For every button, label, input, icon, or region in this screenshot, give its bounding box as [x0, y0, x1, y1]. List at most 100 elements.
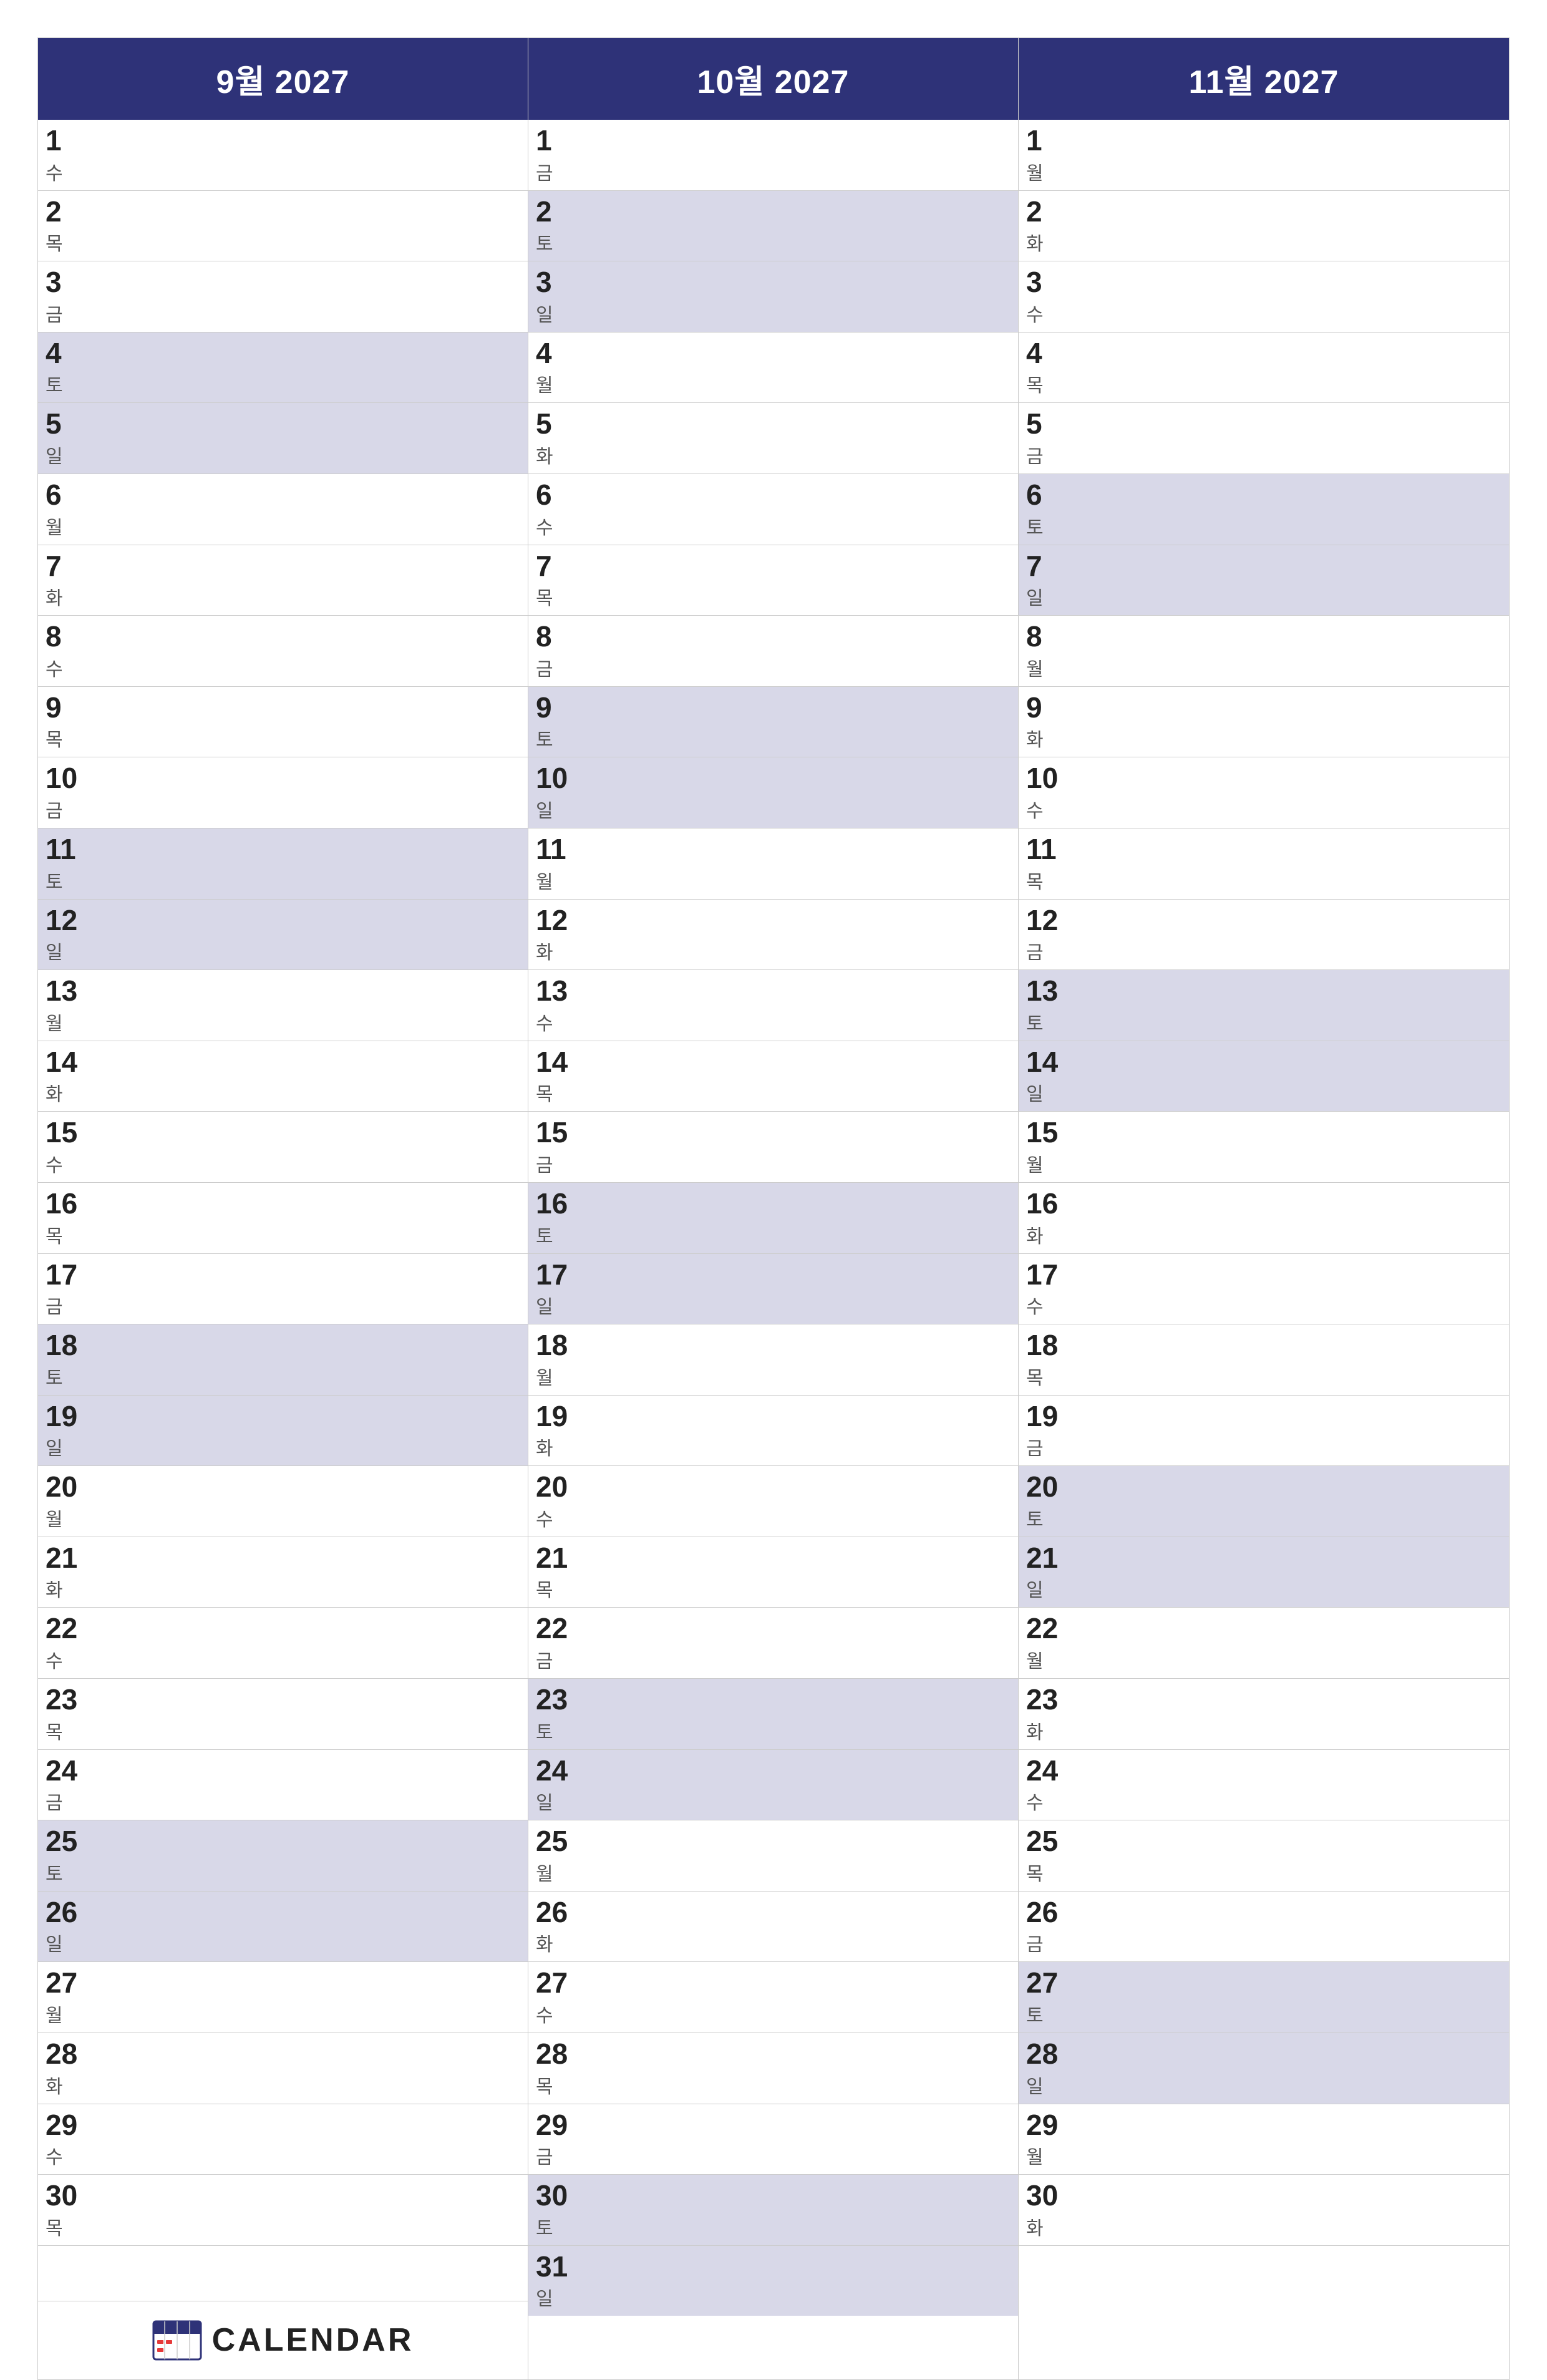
day-content — [597, 2033, 1018, 2104]
table-row: 14목 — [528, 1041, 1018, 1112]
day-name: 목 — [46, 2213, 99, 2240]
table-row: 26금 — [1019, 1892, 1509, 1963]
table-row: 17금 — [38, 1254, 528, 1325]
day-number-col: 19금 — [1019, 1396, 1087, 1466]
day-number: 9 — [1026, 692, 1080, 724]
day-number: 17 — [536, 1259, 589, 1291]
day-number: 27 — [536, 1967, 589, 1999]
day-number: 18 — [1026, 1329, 1080, 1361]
day-name: 일 — [1026, 2071, 1080, 2099]
day-number: 17 — [46, 1259, 99, 1291]
table-row: 3금 — [38, 261, 528, 333]
day-content — [1087, 1962, 1509, 2033]
day-number: 6 — [1026, 479, 1080, 511]
day-number-col: 12금 — [1019, 900, 1087, 970]
day-content — [107, 1892, 528, 1962]
table-row: 14화 — [38, 1041, 528, 1112]
day-number: 21 — [536, 1542, 589, 1574]
day-content — [597, 2175, 1018, 2245]
day-number-col: 24일 — [528, 1750, 597, 1820]
day-number: 7 — [46, 550, 99, 582]
day-content — [107, 1820, 528, 1891]
day-name: 토 — [46, 1362, 99, 1390]
day-name: 금 — [46, 1787, 99, 1815]
table-row: 21화 — [38, 1537, 528, 1608]
day-number: 2 — [46, 196, 99, 228]
day-name: 금 — [536, 654, 589, 681]
day-number-col: 25토 — [38, 1820, 107, 1891]
day-number: 28 — [46, 2038, 99, 2070]
day-content — [107, 1750, 528, 1820]
day-name: 수 — [1026, 795, 1080, 823]
day-number: 28 — [1026, 2038, 1080, 2070]
day-content — [1087, 120, 1509, 190]
day-number: 12 — [536, 905, 589, 936]
day-number: 26 — [536, 1897, 589, 1928]
month-column-2: 11월 20271월2화3수4목5금6토7일8월9화10수11목12금13토14… — [1019, 38, 1509, 2379]
day-number: 3 — [536, 266, 589, 298]
day-number-col: 15수 — [38, 1112, 107, 1182]
day-content — [107, 1254, 528, 1324]
day-name: 토 — [1026, 1504, 1080, 1532]
day-content — [597, 120, 1018, 190]
day-content — [107, 900, 528, 970]
day-number-col: 13수 — [528, 970, 597, 1041]
day-number: 5 — [46, 408, 99, 440]
day-number-col: 11목 — [1019, 828, 1087, 899]
day-name: 목 — [1026, 1858, 1080, 1886]
day-number: 15 — [46, 1117, 99, 1149]
table-row: 1월 — [1019, 120, 1509, 191]
table-row: 24일 — [528, 1750, 1018, 1821]
day-number-col: 25월 — [528, 1820, 597, 1891]
table-row: 20월 — [38, 1466, 528, 1537]
day-number: 27 — [1026, 1967, 1080, 1999]
day-number: 21 — [46, 1542, 99, 1574]
day-number-col: 11토 — [38, 828, 107, 899]
table-row: 26화 — [528, 1892, 1018, 1963]
day-name: 토 — [46, 867, 99, 894]
day-number-col: 6수 — [528, 474, 597, 545]
day-number: 20 — [1026, 1471, 1080, 1503]
day-number: 11 — [46, 833, 99, 865]
table-row: 22월 — [1019, 1608, 1509, 1679]
day-content — [107, 1041, 528, 1112]
table-row: 13월 — [38, 970, 528, 1041]
day-name: 일 — [536, 1787, 589, 1815]
table-row: 19화 — [528, 1396, 1018, 1467]
day-name: 수 — [46, 654, 99, 681]
day-content — [597, 545, 1018, 616]
table-row: 2토 — [528, 191, 1018, 262]
day-number-col: 5금 — [1019, 403, 1087, 474]
day-number-col: 11월 — [528, 828, 597, 899]
day-name: 화 — [46, 1079, 99, 1106]
day-number-col: 3일 — [528, 261, 597, 332]
day-number: 5 — [536, 408, 589, 440]
day-content — [107, 1324, 528, 1395]
day-number-col: 1금 — [528, 120, 597, 190]
day-content — [107, 687, 528, 757]
day-number-col: 14목 — [528, 1041, 597, 1112]
day-name: 화 — [1026, 1717, 1080, 1744]
day-content — [597, 1537, 1018, 1608]
day-name: 일 — [46, 1929, 99, 1956]
day-content — [1087, 1396, 1509, 1466]
day-number-col: 8수 — [38, 616, 107, 686]
day-number: 2 — [1026, 196, 1080, 228]
table-row: 30목 — [38, 2175, 528, 2246]
day-number-col: 19화 — [528, 1396, 597, 1466]
day-content — [107, 1679, 528, 1749]
day-number: 16 — [536, 1188, 589, 1220]
day-name: 화 — [1026, 228, 1080, 256]
day-name: 토 — [536, 2213, 589, 2240]
table-row: 24금 — [38, 1750, 528, 1821]
table-row: 2화 — [1019, 191, 1509, 262]
day-content — [107, 120, 528, 190]
table-row: 22수 — [38, 1608, 528, 1679]
day-content — [1087, 1254, 1509, 1324]
day-number-col: 19일 — [38, 1396, 107, 1466]
day-content — [597, 1396, 1018, 1466]
day-content — [597, 1962, 1018, 2033]
day-name: 일 — [536, 1291, 589, 1319]
empty-row — [1019, 2246, 1509, 2301]
day-number-col: 23목 — [38, 1679, 107, 1749]
